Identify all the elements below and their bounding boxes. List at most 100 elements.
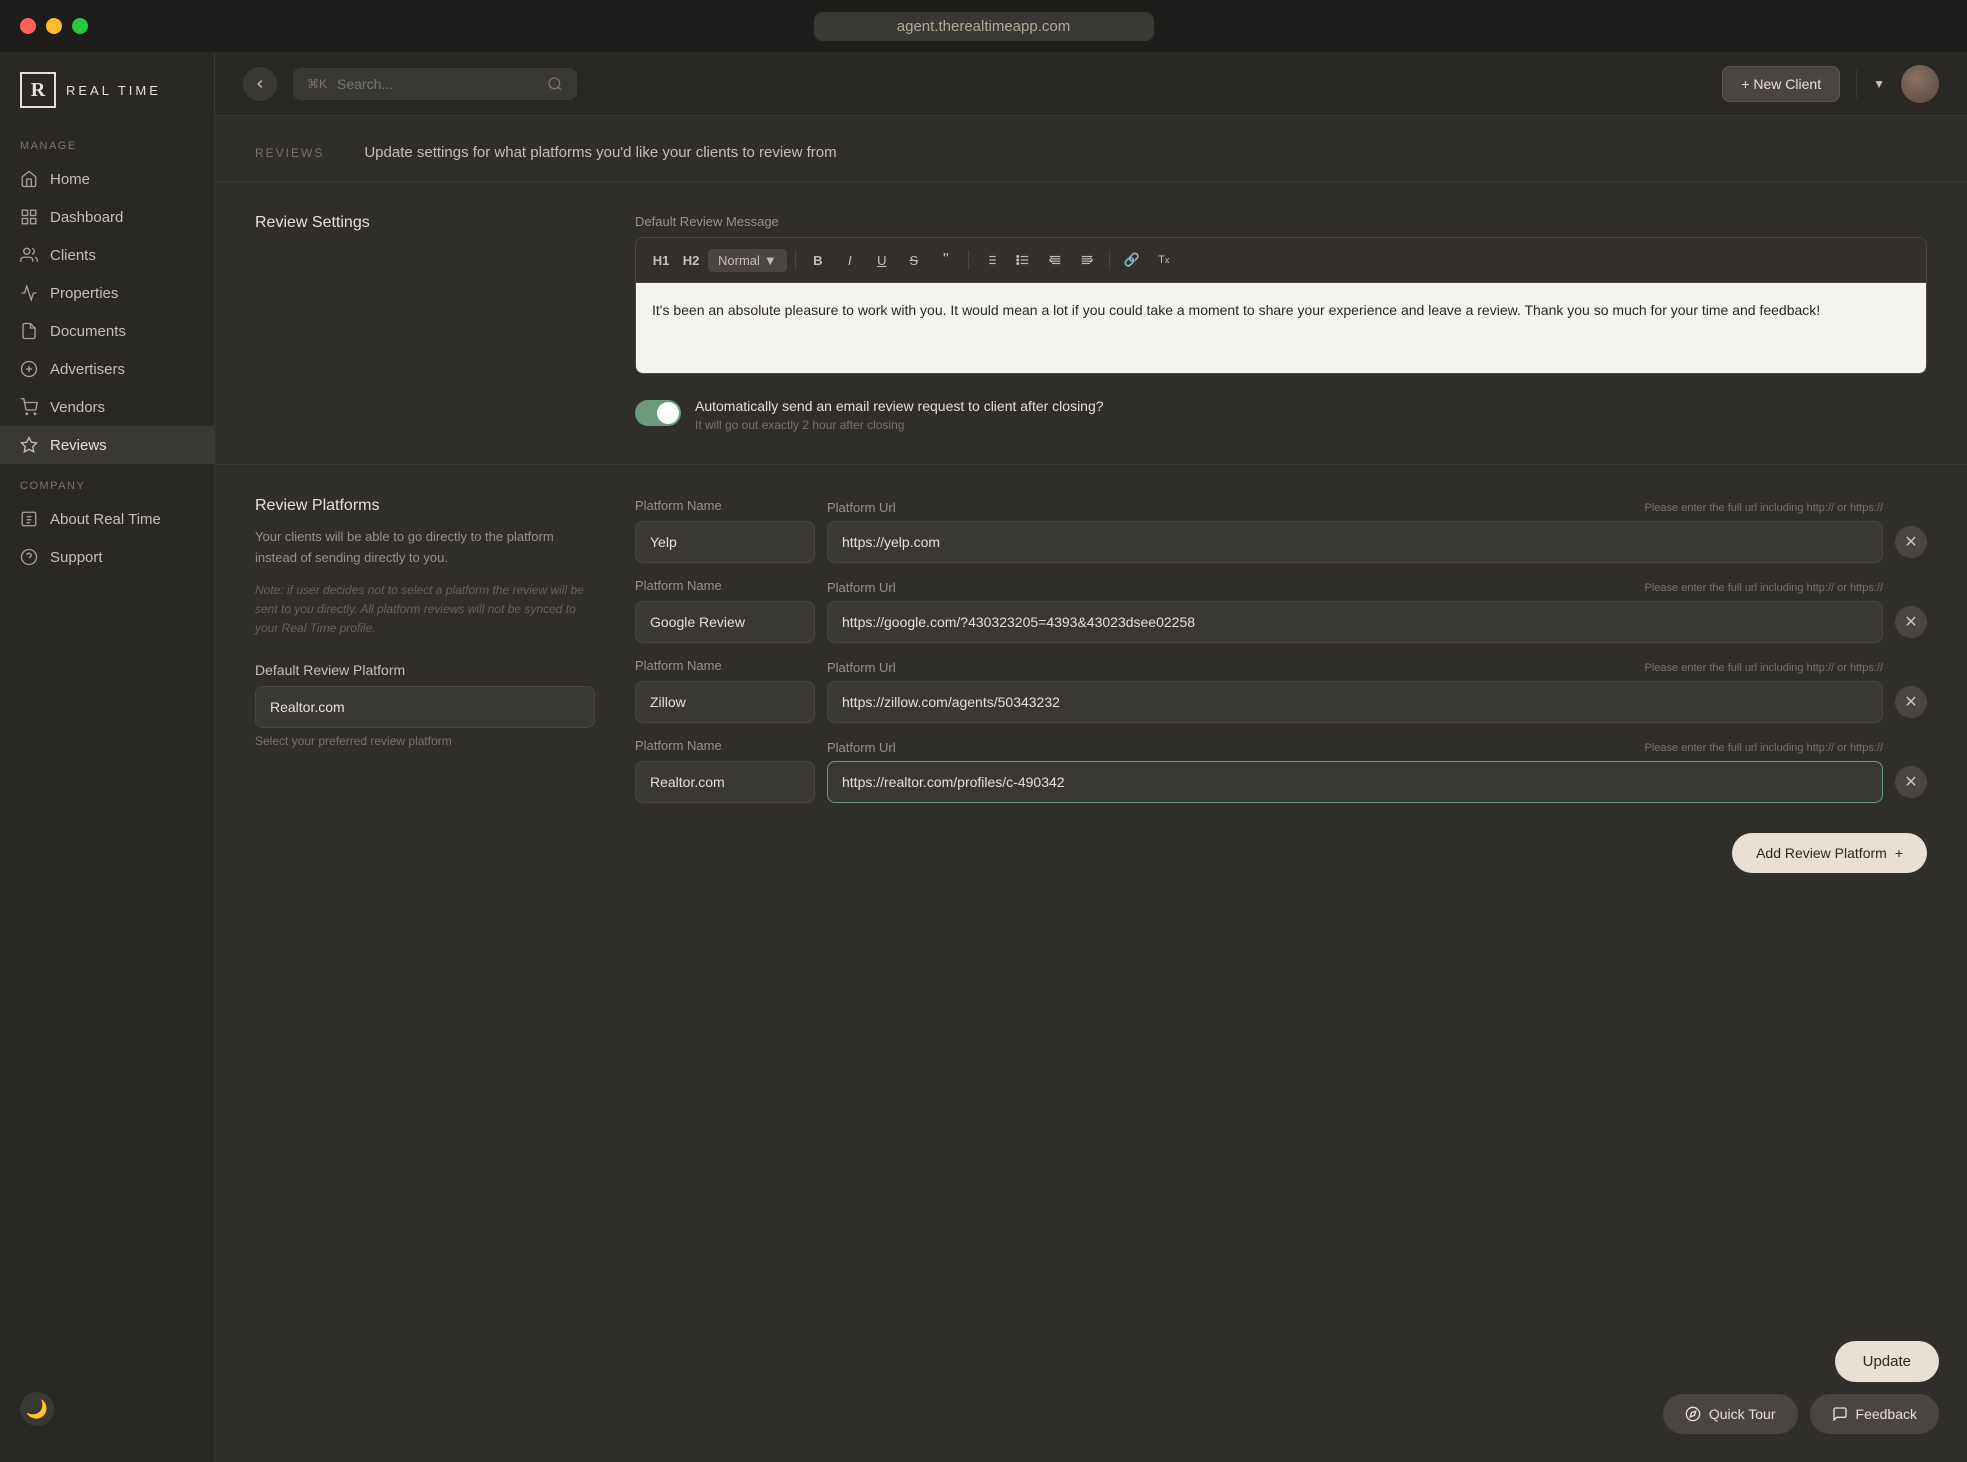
search-shortcut: ⌘K bbox=[307, 77, 327, 91]
new-client-button[interactable]: + New Client bbox=[1722, 66, 1840, 102]
sidebar-item-home[interactable]: Home bbox=[0, 160, 214, 198]
sidebar-item-properties[interactable]: Properties bbox=[0, 274, 214, 312]
settings-left: Review Settings bbox=[255, 214, 595, 432]
platform-col-header-4: Platform Name Platform Url Please enter … bbox=[635, 737, 1927, 755]
remove-platform-button-1[interactable]: ✕ bbox=[1895, 606, 1927, 638]
quick-tour-label: Quick Tour bbox=[1709, 1406, 1776, 1422]
settings-right: Default Review Message H1 H2 Normal ▼ B … bbox=[635, 214, 1927, 432]
platforms-right: Platform Name Platform Url Please enter … bbox=[635, 497, 1927, 873]
advertisers-icon bbox=[20, 360, 38, 378]
search-icon bbox=[547, 76, 563, 92]
sidebar-item-clients[interactable]: Clients bbox=[0, 236, 214, 274]
indent-left-button[interactable] bbox=[1041, 246, 1069, 274]
sidebar-bottom: 🌙 bbox=[0, 1376, 214, 1442]
platform-col-header-2: Platform Name Platform Url Please enter … bbox=[635, 577, 1927, 595]
format-select[interactable]: Normal ▼ bbox=[708, 249, 787, 272]
link-button[interactable]: 🔗 bbox=[1118, 246, 1146, 274]
sidebar-item-documents[interactable]: Documents bbox=[0, 312, 214, 350]
topbar: ⌘K + New Client ▼ bbox=[215, 52, 1967, 116]
close-dot[interactable] bbox=[20, 18, 36, 34]
platform-name-col-header: Platform Name bbox=[635, 498, 722, 513]
italic-button[interactable]: I bbox=[836, 246, 864, 274]
sidebar-item-reviews[interactable]: Reviews bbox=[0, 426, 214, 464]
sidebar-item-support[interactable]: Support bbox=[0, 538, 214, 576]
unordered-list-button[interactable] bbox=[1009, 246, 1037, 274]
default-platform-select[interactable]: Realtor.com bbox=[255, 686, 595, 728]
dashboard-label: Dashboard bbox=[50, 209, 123, 226]
underline-button[interactable]: U bbox=[868, 246, 896, 274]
platform-url-input-0[interactable] bbox=[827, 521, 1883, 563]
remove-platform-button-2[interactable]: ✕ bbox=[1895, 686, 1927, 718]
indent-right-button[interactable] bbox=[1073, 246, 1101, 274]
avatar[interactable] bbox=[1901, 65, 1939, 103]
platforms-left: Review Platforms Your clients will be ab… bbox=[255, 497, 595, 873]
platform-name-input-1[interactable] bbox=[635, 601, 815, 643]
platform-name-input-0[interactable] bbox=[635, 521, 815, 563]
message-icon bbox=[1832, 1406, 1848, 1422]
ordered-list-button[interactable] bbox=[977, 246, 1005, 274]
content-area: REVIEWS Update settings for what platfor… bbox=[215, 116, 1967, 1462]
platforms-description: Your clients will be able to go directly… bbox=[255, 527, 595, 569]
avatar-image bbox=[1901, 65, 1939, 103]
minimize-dot[interactable] bbox=[46, 18, 62, 34]
auto-send-toggle[interactable] bbox=[635, 400, 681, 426]
toolbar-divider-2 bbox=[968, 250, 969, 270]
strikethrough-button[interactable]: S bbox=[900, 246, 928, 274]
platform-url-input-2[interactable] bbox=[827, 681, 1883, 723]
editor-toolbar: H1 H2 Normal ▼ B I U S " bbox=[636, 238, 1926, 283]
company-label: COMPANY bbox=[0, 480, 214, 500]
h1-button[interactable]: H1 bbox=[648, 247, 674, 273]
manage-label: MANAGE bbox=[0, 140, 214, 160]
add-platform-button[interactable]: Add Review Platform + bbox=[1732, 833, 1927, 873]
platform-url-hint: Please enter the full url including http… bbox=[1645, 502, 1883, 514]
documents-label: Documents bbox=[50, 323, 126, 340]
remove-platform-button-3[interactable]: ✕ bbox=[1895, 766, 1927, 798]
platform-url-hint-4: Please enter the full url including http… bbox=[1645, 742, 1883, 754]
add-platform-label: Add Review Platform bbox=[1756, 845, 1887, 861]
platform-col-header-1: Platform Name Platform Url Please enter … bbox=[635, 497, 1927, 515]
theme-toggle-button[interactable]: 🌙 bbox=[20, 1392, 54, 1426]
remove-platform-button-0[interactable]: ✕ bbox=[1895, 526, 1927, 558]
search-input[interactable] bbox=[337, 76, 537, 92]
platform-url-hint-2: Please enter the full url including http… bbox=[1645, 582, 1883, 594]
clear-format-button[interactable]: Tx bbox=[1150, 246, 1178, 274]
logo-icon: R bbox=[20, 72, 56, 108]
sidebar-item-about[interactable]: About Real Time bbox=[0, 500, 214, 538]
platform-name-col-header-3: Platform Name bbox=[635, 658, 722, 673]
reviews-label: Reviews bbox=[50, 437, 107, 454]
toolbar-divider-1 bbox=[795, 250, 796, 270]
sidebar-item-vendors[interactable]: Vendors bbox=[0, 388, 214, 426]
toolbar-divider-3 bbox=[1109, 250, 1110, 270]
quote-button[interactable]: " bbox=[932, 246, 960, 274]
platform-url-col-header-3: Platform Url bbox=[827, 660, 896, 675]
back-button[interactable] bbox=[243, 67, 277, 101]
properties-icon bbox=[20, 284, 38, 302]
platform-name-input-2[interactable] bbox=[635, 681, 815, 723]
platform-url-input-1[interactable] bbox=[827, 601, 1883, 643]
platform-url-col-header: Platform Url bbox=[827, 500, 896, 515]
bold-button[interactable]: B bbox=[804, 246, 832, 274]
sidebar-item-advertisers[interactable]: Advertisers bbox=[0, 350, 214, 388]
app-layout: R REAL TIME MANAGE Home Dashboard Client… bbox=[0, 52, 1967, 1462]
platform-url-col-header-2: Platform Url bbox=[827, 580, 896, 595]
platform-name-input-3[interactable] bbox=[635, 761, 815, 803]
platform-col-header-3: Platform Name Platform Url Please enter … bbox=[635, 657, 1927, 675]
topbar-right: + New Client ▼ bbox=[1722, 65, 1939, 103]
message-body[interactable]: It's been an absolute pleasure to work w… bbox=[636, 283, 1926, 373]
about-icon bbox=[20, 510, 38, 528]
maximize-dot[interactable] bbox=[72, 18, 88, 34]
update-button[interactable]: Update bbox=[1835, 1341, 1939, 1382]
user-chevron[interactable]: ▼ bbox=[1873, 77, 1885, 91]
review-platforms-section: Review Platforms Your clients will be ab… bbox=[215, 465, 1967, 905]
h2-button[interactable]: H2 bbox=[678, 247, 704, 273]
platform-url-input-3[interactable] bbox=[827, 761, 1883, 803]
about-label: About Real Time bbox=[50, 511, 161, 528]
titlebar: agent.therealtimeapp.com bbox=[0, 0, 1967, 52]
reviews-header: REVIEWS Update settings for what platfor… bbox=[215, 116, 1967, 182]
feedback-button[interactable]: Feedback bbox=[1810, 1394, 1939, 1434]
auto-send-sublabel: It will go out exactly 2 hour after clos… bbox=[695, 418, 1927, 432]
auto-send-label: Automatically send an email review reque… bbox=[695, 398, 1927, 414]
quick-tour-button[interactable]: Quick Tour bbox=[1663, 1394, 1798, 1434]
sidebar-item-dashboard[interactable]: Dashboard bbox=[0, 198, 214, 236]
feedback-label: Feedback bbox=[1856, 1406, 1917, 1422]
